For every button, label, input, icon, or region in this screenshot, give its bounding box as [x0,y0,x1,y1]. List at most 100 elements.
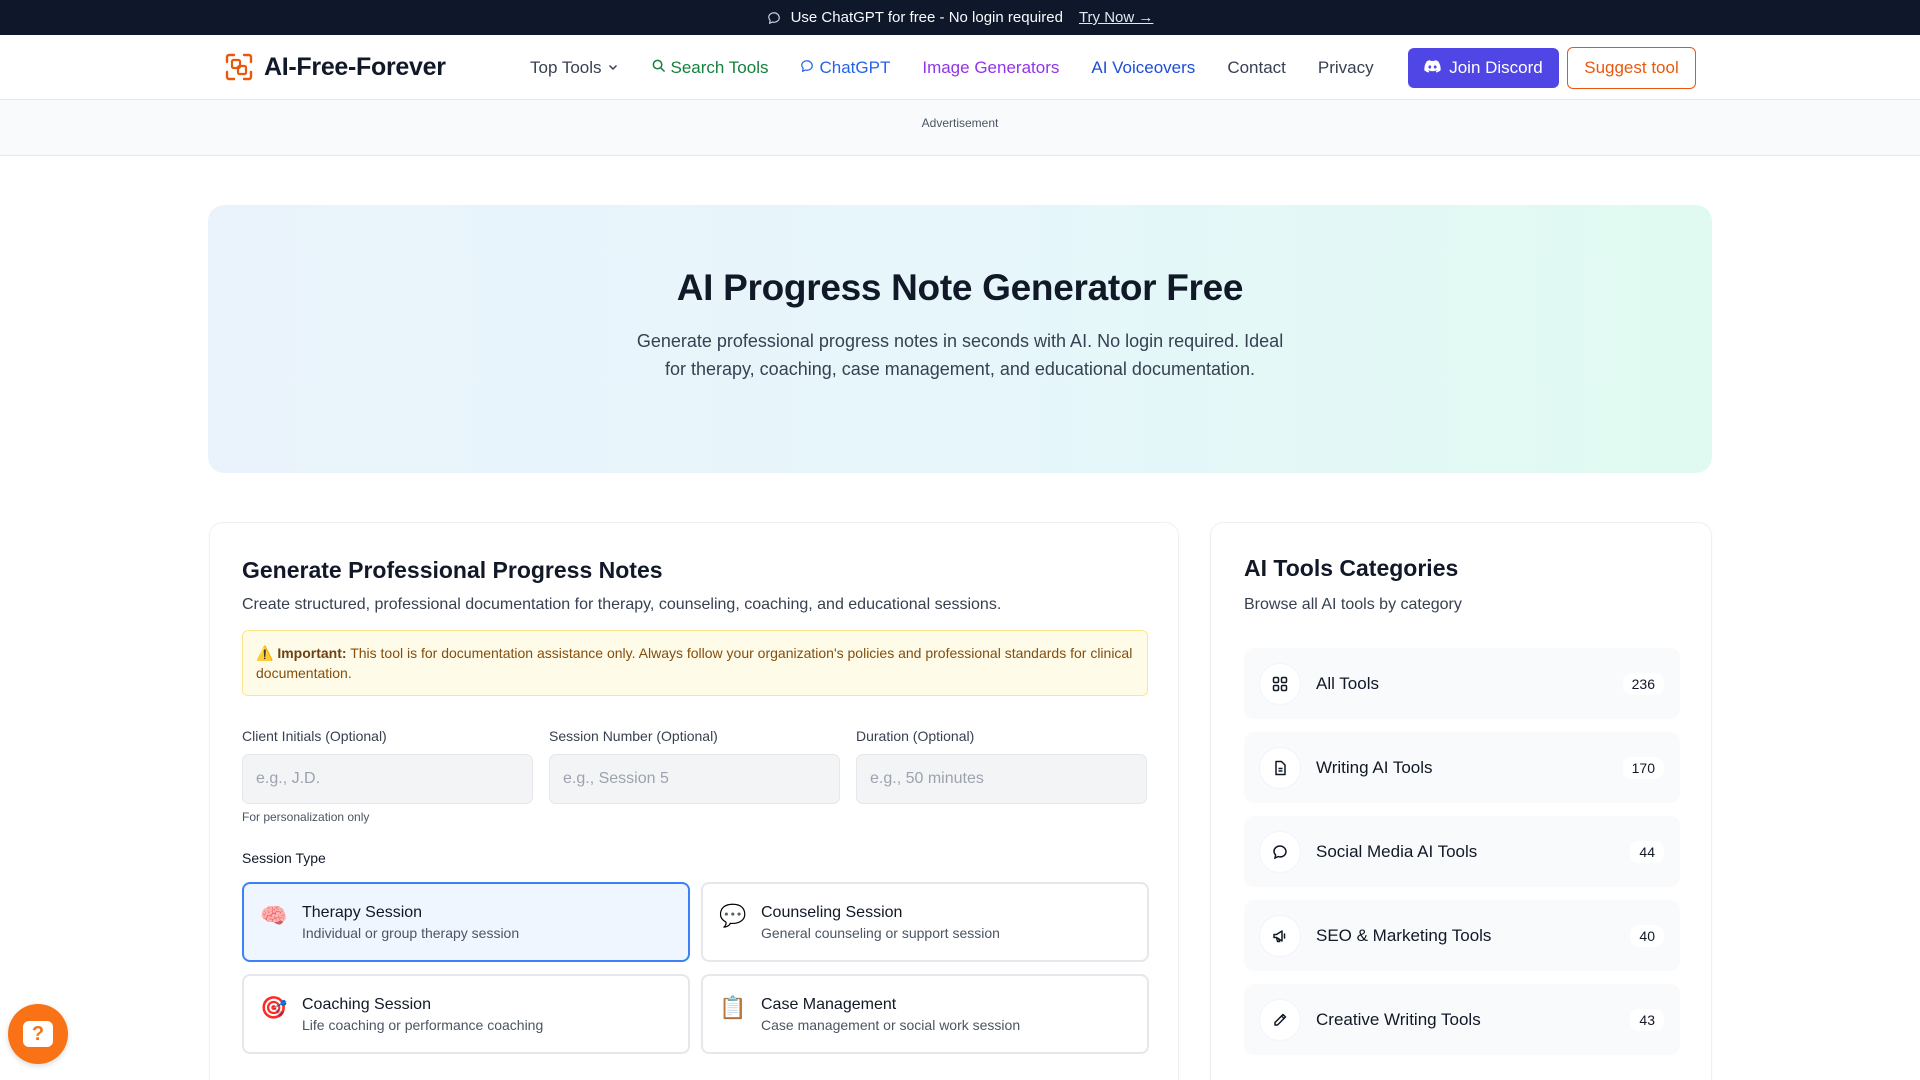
warning-label: Important: [277,645,347,661]
category-count: 236 [1622,672,1664,695]
category-name: Social Media AI Tools [1316,841,1478,861]
categories-card: AI Tools Categories Browse all AI tools … [1210,522,1712,1080]
megaphone-icon [1260,915,1300,956]
session-option-title: Counseling Session [761,904,903,921]
session-number-placeholder: e.g., Session 5 [563,770,669,787]
advertisement-strip: Advertisement [0,100,1920,156]
session-option-subtitle: Case management or social work session [761,1017,1021,1033]
try-now-link[interactable]: Try Now → [1079,9,1153,26]
client-initials-group: Client Initials (Optional) e.g., J.D. Fo… [242,728,533,824]
nav-privacy[interactable]: Privacy [1318,58,1374,78]
category-count: 170 [1622,756,1664,779]
categories-subtitle: Browse all AI tools by category [1244,596,1462,613]
session-option-counseling[interactable]: 💬 Counseling Session General counseling … [701,882,1149,962]
session-option-therapy[interactable]: 🧠 Therapy Session Individual or group th… [242,882,690,962]
top-banner: Use ChatGPT for free - No login required… [0,0,1920,35]
chevron-down-icon [607,58,619,78]
nav-contact-label: Contact [1227,57,1286,77]
session-option-title: Case Management [761,996,897,1013]
session-option-case-management[interactable]: 📋 Case Management Case management or soc… [701,974,1149,1054]
form-title: Generate Professional Progress Notes [242,557,663,583]
join-discord-label: Join Discord [1449,58,1543,77]
nav-image-generators[interactable]: Image Generators [922,58,1059,78]
session-option-coaching[interactable]: 🎯 Coaching Session Life coaching or perf… [242,974,690,1054]
pencil-icon [1260,999,1300,1040]
main-nav: Top Tools Search Tools ChatGPT Image Gen… [530,35,1374,100]
speech-balloon-icon: 💬 [719,903,747,928]
nav-chatgpt[interactable]: ChatGPT [800,58,890,78]
target-icon: 🎯 [260,995,288,1020]
nav-contact[interactable]: Contact [1227,58,1286,78]
join-discord-button[interactable]: Join Discord [1408,48,1559,88]
suggest-tool-label: Suggest tool [1584,58,1679,77]
nav-privacy-label: Privacy [1317,57,1374,77]
suggest-tool-button[interactable]: Suggest tool [1567,47,1696,89]
category-all-tools[interactable]: All Tools 236 [1244,648,1680,719]
chat-bubble-icon [767,11,781,25]
nav-search-tools-label: Search Tools [670,57,769,77]
session-number-input[interactable]: e.g., Session 5 [549,754,840,804]
nav-chatgpt-label: ChatGPT [819,57,891,77]
grid-icon [1260,663,1300,704]
session-option-subtitle: General counseling or support session [761,925,1000,941]
session-option-title: Coaching Session [302,996,431,1013]
warning-icon: ⚠️ [256,645,274,661]
logo-text: AI-Free-Forever [264,52,446,81]
form-description: Create structured, professional document… [242,596,1002,613]
nav-search-tools[interactable]: Search Tools [651,57,769,78]
session-option-text: Counseling Session General counseling or… [761,904,1000,941]
hero-subtitle: Generate professional progress notes in … [636,331,1284,379]
duration-placeholder: e.g., 50 minutes [870,770,984,787]
client-initials-label: Client Initials (Optional) [242,728,387,744]
session-option-subtitle: Individual or group therapy session [302,925,520,941]
site-logo[interactable]: AI-Free-Forever [224,52,446,82]
logo-icon [224,52,254,82]
help-button[interactable]: ? [8,1004,68,1064]
categories-title: AI Tools Categories [1244,555,1459,581]
category-writing[interactable]: Writing AI Tools 170 [1244,732,1680,803]
category-count: 44 [1630,840,1664,863]
warning-text: This tool is for documentation assistanc… [256,645,1133,681]
category-name: Creative Writing Tools [1316,1009,1481,1029]
progress-note-form-card: Generate Professional Progress Notes Cre… [209,522,1179,1080]
advertisement-label: Advertisement [921,116,999,130]
session-option-text: Therapy Session Individual or group ther… [302,904,519,941]
category-list: All Tools 236 Writing AI Tools 170 Socia… [1244,648,1680,1055]
client-initials-placeholder: e.g., J.D. [256,770,321,787]
banner-text: Use ChatGPT for free - No login required [790,9,1063,26]
document-icon [1260,747,1300,788]
search-icon [651,58,666,78]
category-seo-marketing[interactable]: SEO & Marketing Tools 40 [1244,900,1680,971]
category-count: 43 [1630,1008,1664,1031]
session-option-title: Therapy Session [302,904,423,921]
nav-image-generators-label: Image Generators [922,57,1060,77]
category-count: 40 [1630,924,1664,947]
category-name: SEO & Marketing Tools [1316,925,1492,945]
session-type-options: 🧠 Therapy Session Individual or group th… [242,882,1149,1054]
discord-icon [1424,58,1441,78]
category-name: Writing AI Tools [1316,757,1433,777]
important-notice: ⚠️ Important: This tool is for documenta… [242,630,1148,696]
nav-ai-voiceovers[interactable]: AI Voiceovers [1091,58,1195,78]
duration-label: Duration (Optional) [856,728,975,744]
session-option-text: Coaching Session Life coaching or perfor… [302,996,543,1033]
session-number-group: Session Number (Optional) e.g., Session … [549,728,840,824]
session-fields-row: Client Initials (Optional) e.g., J.D. Fo… [242,728,1147,824]
nav-ai-voiceovers-label: AI Voiceovers [1091,57,1196,77]
category-creative-writing[interactable]: Creative Writing Tools 43 [1244,984,1680,1055]
chat-bubble-icon [800,58,814,78]
nav-top-tools[interactable]: Top Tools [530,58,619,78]
client-initials-hint: For personalization only [242,810,370,824]
category-name: All Tools [1316,673,1379,693]
category-social-media[interactable]: Social Media AI Tools 44 [1244,816,1680,887]
chat-bubble-icon [1260,831,1300,872]
session-number-label: Session Number (Optional) [549,728,718,744]
hero-section: AI Progress Note Generator Free Generate… [208,205,1712,473]
session-option-text: Case Management Case management or socia… [761,996,1020,1033]
session-type-label: Session Type [242,850,326,866]
duration-input[interactable]: e.g., 50 minutes [856,754,1147,804]
site-header: AI-Free-Forever Top Tools Search Tools C… [0,35,1920,100]
brain-icon: 🧠 [260,903,288,928]
clipboard-icon: 📋 [719,995,747,1020]
client-initials-input[interactable]: e.g., J.D. [242,754,533,804]
